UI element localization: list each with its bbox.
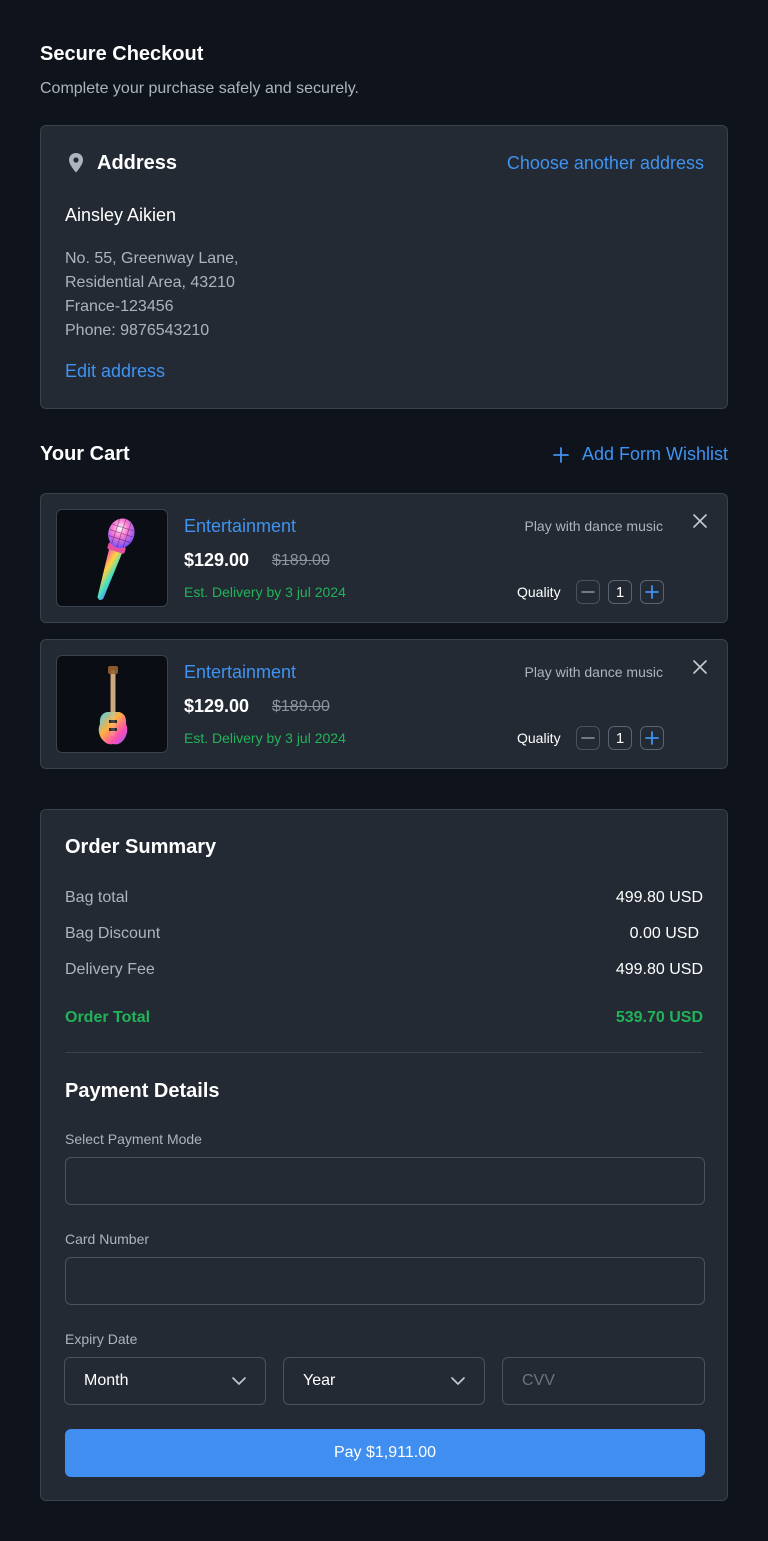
expiry-month-select[interactable]: Month	[64, 1357, 266, 1405]
item-price: $129.00	[184, 550, 250, 570]
page-title: Secure Checkout	[40, 43, 204, 65]
chevron-down-icon	[451, 1377, 465, 1385]
map-pin-icon	[69, 153, 83, 173]
quantity-value[interactable]: 1	[608, 726, 632, 750]
quantity-increase-button[interactable]	[640, 726, 664, 750]
summary-row-bag-discount: Bag Discount 0.00 USD	[65, 925, 703, 943]
summary-label: Bag Discount	[65, 925, 161, 942]
add-wishlist-label: Add Form Wishlist	[581, 444, 728, 464]
address-lines: No. 55, Greenway Lane, Residential Area,…	[65, 247, 238, 343]
summary-label: Delivery Fee	[65, 961, 155, 978]
order-total-label: Order Total	[65, 1009, 151, 1026]
summary-value: 0.00 USD	[629, 925, 699, 942]
plus-icon	[645, 731, 659, 745]
expiry-date-label: Expiry Date	[65, 1331, 138, 1347]
address-heading: Address	[97, 152, 178, 174]
order-total-value: 539.70 USD	[615, 1009, 703, 1026]
address-phone: Phone: 9876543210	[65, 322, 210, 339]
item-original-price: $189.00	[272, 552, 330, 569]
summary-label: Bag total	[65, 889, 129, 906]
edit-address-link[interactable]: Edit address	[65, 361, 165, 382]
address-line: France-123456	[65, 298, 174, 315]
item-category[interactable]: Entertainment	[184, 662, 296, 683]
add-wishlist-button[interactable]: Add Form Wishlist	[553, 444, 728, 465]
order-summary-title: Order Summary	[65, 836, 217, 858]
minus-icon	[581, 737, 595, 739]
page-subtitle: Complete your purchase safely and secure…	[40, 80, 359, 97]
quantity-label: Quality	[517, 584, 561, 600]
summary-value: 499.80 USD	[615, 961, 703, 978]
address-name: Ainsley Aikien	[65, 205, 177, 225]
payment-details-title: Payment Details	[65, 1080, 220, 1102]
item-delivery-estimate: Est. Delivery by 3 jul 2024	[184, 584, 346, 600]
item-description: Play with dance music	[524, 518, 663, 534]
quantity-value[interactable]: 1	[608, 580, 632, 604]
quantity-decrease-button[interactable]	[576, 580, 600, 604]
payment-mode-label: Select Payment Mode	[65, 1131, 202, 1147]
microphone-image	[56, 509, 168, 607]
item-price: $129.00	[184, 696, 250, 716]
summary-row-bag-total: Bag total 499.80 USD	[65, 889, 703, 907]
cart-heading: Your Cart	[40, 443, 130, 465]
address-line: Residential Area, 43210	[65, 274, 235, 291]
choose-another-address-link[interactable]: Choose another address	[507, 153, 704, 174]
item-delivery-estimate: Est. Delivery by 3 jul 2024	[184, 730, 346, 746]
address-line: No. 55, Greenway Lane,	[65, 250, 239, 267]
chevron-down-icon	[232, 1377, 246, 1385]
quantity-decrease-button[interactable]	[576, 726, 600, 750]
cvv-input[interactable]: CVV	[502, 1357, 705, 1405]
plus-icon	[553, 446, 569, 463]
expiry-year-select[interactable]: Year	[283, 1357, 485, 1405]
guitar-image	[56, 655, 168, 753]
plus-icon	[645, 585, 659, 599]
card-number-input[interactable]	[65, 1257, 705, 1305]
quantity-increase-button[interactable]	[640, 580, 664, 604]
payment-mode-select[interactable]	[65, 1157, 705, 1205]
expiry-month-value: Month	[84, 1372, 129, 1389]
cart-item: Entertainment $129.00 $189.00 Est. Deliv…	[40, 493, 728, 623]
pay-button[interactable]: Pay $1,911.00	[65, 1429, 705, 1477]
remove-item-icon[interactable]	[693, 660, 707, 674]
minus-icon	[581, 591, 595, 593]
card-number-label: Card Number	[65, 1231, 150, 1247]
expiry-year-value: Year	[303, 1372, 336, 1389]
cart-item: Entertainment $129.00 $189.00 Est. Deliv…	[40, 639, 728, 769]
summary-value: 499.80 USD	[615, 889, 703, 906]
quantity-label: Quality	[517, 730, 561, 746]
address-card: Address Choose another address Ainsley A…	[40, 125, 728, 409]
summary-row-delivery-fee: Delivery Fee 499.80 USD	[65, 961, 703, 979]
summary-row-order-total: Order Total 539.70 USD	[65, 1009, 703, 1027]
order-summary-card: Order Summary Bag total 499.80 USD Bag D…	[40, 809, 728, 1501]
item-description: Play with dance music	[524, 664, 663, 680]
item-original-price: $189.00	[272, 698, 330, 715]
item-category[interactable]: Entertainment	[184, 516, 296, 537]
remove-item-icon[interactable]	[693, 514, 707, 528]
divider	[65, 1052, 703, 1053]
